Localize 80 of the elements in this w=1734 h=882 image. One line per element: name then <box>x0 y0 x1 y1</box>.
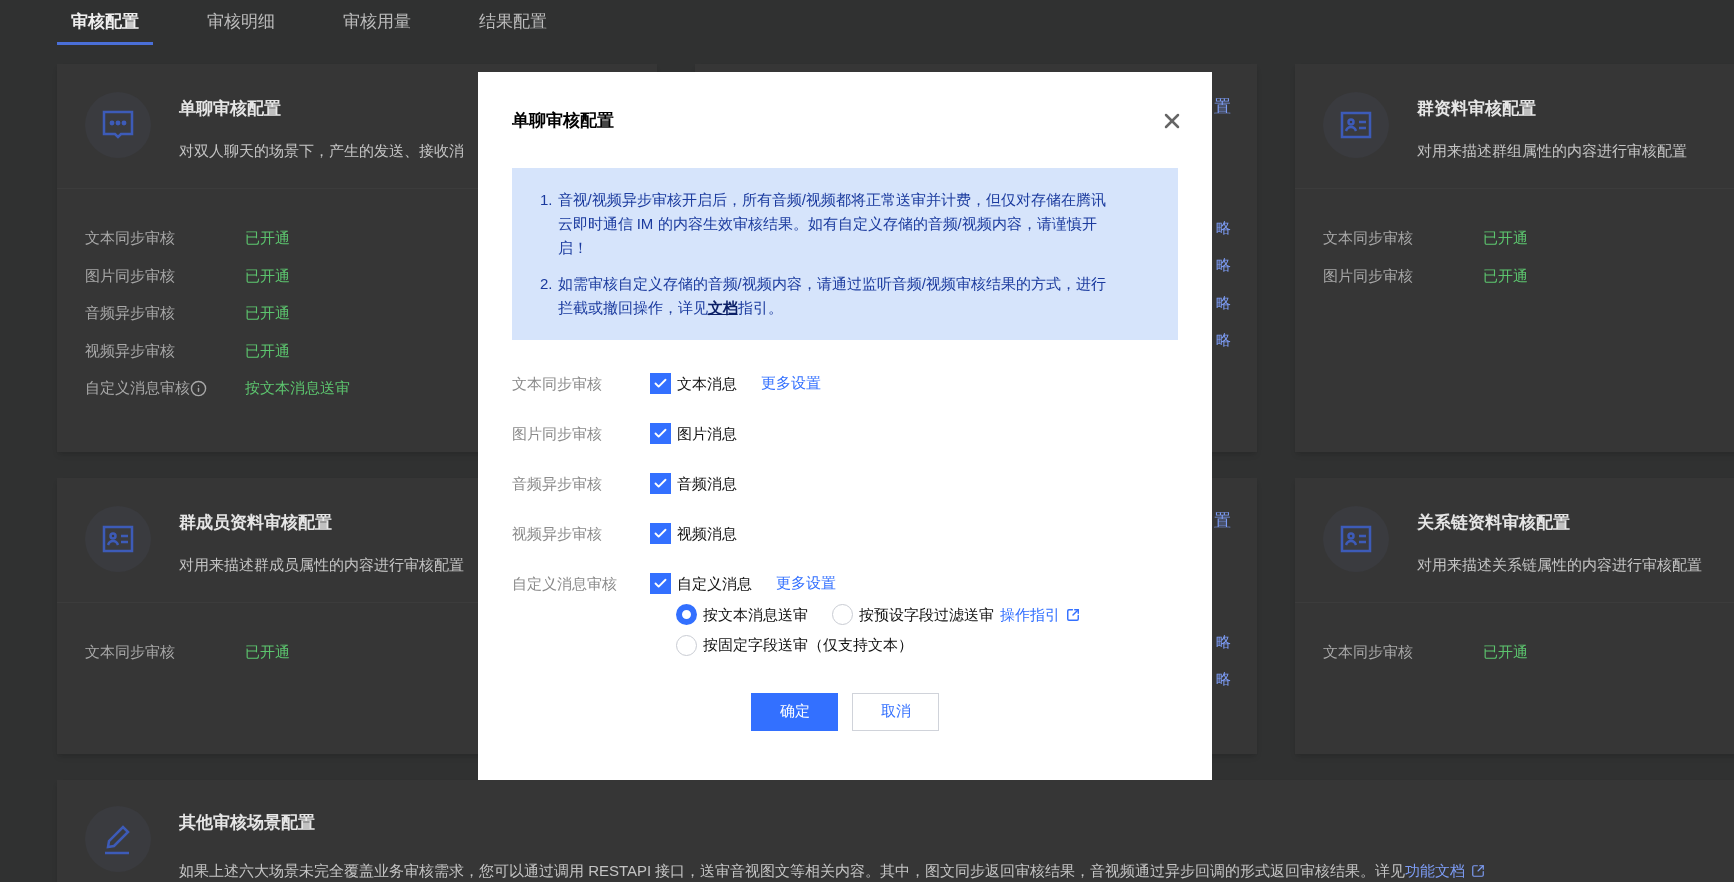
docs-link[interactable]: 功能文档 <box>1405 861 1466 879</box>
radio-label: 按文本消息送审 <box>703 604 808 625</box>
card-title: 置 <box>1214 510 1231 532</box>
card-description: 对用来描述关系链属性的内容进行审核配置 <box>1417 554 1702 575</box>
form-label: 自定义消息审核 <box>512 573 618 594</box>
tab[interactable]: 结果配置 <box>465 8 561 45</box>
link-text[interactable]: 略 <box>1216 329 1231 352</box>
external-link-icon[interactable] <box>1066 607 1080 622</box>
radio-label: 按固定字段送审（仅支持文本） <box>703 635 913 655</box>
cancel-button[interactable]: 取消 <box>852 692 939 731</box>
card-description: 对双人聊天的场景下，产生的发送、接收消 <box>179 140 464 161</box>
status-text: 已开通 <box>1483 642 1528 662</box>
tab[interactable]: 审核配置 <box>57 8 153 45</box>
tab[interactable]: 审核用量 <box>329 8 425 45</box>
setting-label: 文本同步审核 <box>1323 642 1413 662</box>
notice-text: 如需审核自定义存储的音频/视频内容，请通过监听音频/视频审核结果的方式，进行拦截或撤回操作，详见文档指引。 <box>557 273 1107 318</box>
radio-button[interactable] <box>676 604 697 626</box>
status-text: 已开通 <box>245 265 290 286</box>
checkbox[interactable] <box>650 523 671 544</box>
setting-label: 视频异步审核 <box>85 340 175 361</box>
card-description: 对用来描述群组属性的内容进行审核配置 <box>1417 140 1687 161</box>
checkbox-label: 自定义消息 <box>677 573 752 594</box>
link-text[interactable]: 略 <box>1216 668 1231 691</box>
form-label: 图片同步审核 <box>512 423 603 444</box>
checkbox[interactable] <box>650 573 671 594</box>
setting-label: 文本同步审核 <box>1323 228 1413 248</box>
notice-text: 音视/视频异步审核开启后，所有音频/视频都将正常送审并计费，但仅对存储在腾讯云即时通信 IM 的内容生效审核结果。如有自定义存储的音频/视频内容，请谨慎开启！ <box>557 189 1107 258</box>
list-number: 2. <box>540 273 553 294</box>
dialog-title: 单聊审核配置 <box>512 110 614 132</box>
link-text[interactable]: 略 <box>1216 291 1231 314</box>
status-text: 已开通 <box>1483 265 1528 286</box>
checkbox[interactable] <box>650 473 671 494</box>
checkbox-label: 音频消息 <box>677 473 737 494</box>
card-title: 群成员资料审核配置 <box>179 512 333 534</box>
checkbox[interactable] <box>650 423 671 444</box>
form-label: 文本同步审核 <box>512 373 603 394</box>
status-text: 已开通 <box>245 642 290 662</box>
guide-link[interactable]: 操作指引 <box>1000 603 1060 626</box>
link-text[interactable]: 略 <box>1216 254 1231 277</box>
radio-button[interactable] <box>832 604 853 626</box>
radio-button[interactable] <box>676 634 697 656</box>
setting-label: 音频异步审核 <box>85 303 175 323</box>
link-text[interactable]: 略 <box>1216 630 1231 653</box>
setting-label: 文本同步审核 <box>85 642 175 662</box>
setting-label: 图片同步审核 <box>1323 265 1413 286</box>
form-label: 视频异步审核 <box>512 523 603 544</box>
setting-label: 文本同步审核 <box>85 228 175 248</box>
tab[interactable]: 审核明细 <box>193 8 289 45</box>
setting-label: 自定义消息审核 <box>85 378 190 398</box>
form-label: 音频异步审核 <box>512 473 603 494</box>
checkbox-label: 图片消息 <box>677 423 737 444</box>
status-text: 已开通 <box>1483 228 1528 248</box>
card-title: 关系链资料审核配置 <box>1417 512 1571 534</box>
more-settings-link[interactable]: 更多设置 <box>776 572 836 595</box>
checkbox-label: 视频消息 <box>677 523 737 544</box>
confirm-button[interactable]: 确定 <box>751 692 838 731</box>
check-icon <box>653 426 668 441</box>
more-settings-link[interactable]: 更多设置 <box>761 372 821 395</box>
link-text[interactable]: 略 <box>1216 216 1231 239</box>
status-text: 已开通 <box>245 340 290 361</box>
status-text: 已开通 <box>245 303 290 323</box>
status-text: 按文本消息送审 <box>245 378 350 398</box>
check-icon <box>653 476 668 491</box>
card-description: 如果上述六大场景未完全覆盖业务审核需求，您可以通过调用 RESTAPI 接口，送审音视图文等相关内容。其中，图文同步返回审核结果，音视频通过异步回调的形式返回审核结果。详见功能文档 <box>179 860 1466 881</box>
radio-label: 按预设字段过滤送审 <box>859 604 994 625</box>
card-title: 单聊审核配置 <box>179 98 282 120</box>
external-link-icon[interactable] <box>1471 863 1486 878</box>
check-icon <box>653 376 668 391</box>
setting-label: 图片同步审核 <box>85 265 175 286</box>
card-title: 其他审核场景配置 <box>179 812 316 834</box>
checkbox-label: 文本消息 <box>677 373 737 394</box>
docs-link[interactable]: 文档 <box>707 298 738 316</box>
card-title: 置 <box>1214 96 1231 118</box>
card-title: 群资料审核配置 <box>1417 98 1537 120</box>
card-description: 对用来描述群成员属性的内容进行审核配置 <box>179 554 464 575</box>
checkbox[interactable] <box>650 373 671 394</box>
check-icon <box>653 526 668 541</box>
check-icon <box>653 576 668 591</box>
list-number: 1. <box>540 189 553 210</box>
status-text: 已开通 <box>245 228 290 248</box>
